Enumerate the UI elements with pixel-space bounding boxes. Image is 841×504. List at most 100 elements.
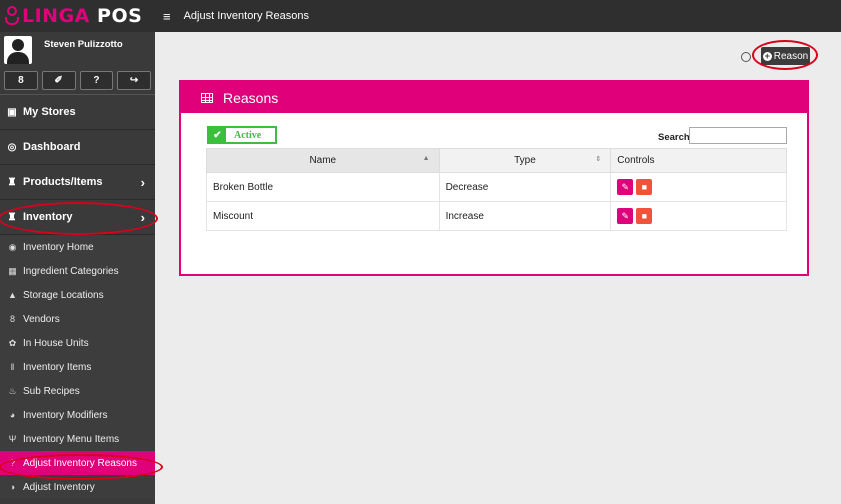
sidebar-item-inventory-modifiers[interactable]: ◕ Inventory Modifiers <box>0 403 155 427</box>
cell-type: Increase <box>438 201 612 231</box>
top-bar: ≡ Adjust Inventory Reasons <box>155 0 841 32</box>
sidebar-item-label: My Stores <box>23 106 76 118</box>
logout-button[interactable]: ↪ <box>117 71 151 90</box>
cell-type: Decrease <box>438 172 612 202</box>
table-header-row: Name ▲ Type ⇕ Controls <box>206 148 787 173</box>
sidebar-item-label: Dashboard <box>23 141 81 153</box>
sidebar-item-label: Adjust Inventory Reasons <box>23 457 137 469</box>
cell-name: Broken Bottle <box>206 172 440 202</box>
logout-icon: ↪ <box>129 75 139 86</box>
sidebar-item-storage-locations[interactable]: ▲ Storage Locations <box>0 283 155 307</box>
linga-logo[interactable]: LINGA POS <box>0 0 155 32</box>
sidebar-item-adjust-inventory[interactable]: ◑ Adjust Inventory <box>0 475 155 499</box>
sidebar-item-vendors[interactable]: 8 Vendors <box>0 307 155 331</box>
sidebar-item-label: Inventory <box>23 211 73 223</box>
user-actions: 8 ✐ ? ↪ <box>0 68 155 94</box>
chevron-right-icon: › <box>140 209 145 225</box>
categories-icon: ▦ <box>8 265 17 276</box>
sidebar-item-label: Vendors <box>23 313 60 325</box>
sidebar-item-inventory-items[interactable]: ‖ Inventory Items <box>0 355 155 379</box>
column-header-type[interactable]: Type ⇕ <box>438 148 612 173</box>
units-icon: ✿ <box>8 337 17 348</box>
sidebar-item-inventory-home[interactable]: ◉ Inventory Home <box>0 235 155 259</box>
sidebar-item-label: In House Units <box>23 337 89 349</box>
help-icon: ? <box>93 75 100 86</box>
user-profile: Steven Pulizzotto <box>0 32 155 68</box>
settings-button[interactable]: ✐ <box>41 71 76 90</box>
pencil-icon: ✎ <box>621 181 630 192</box>
sidebar-item-inventory-menu-items[interactable]: Ψ Inventory Menu Items <box>0 427 155 451</box>
sidebar-item-ingredient-categories[interactable]: ▦ Ingredient Categories <box>0 259 155 283</box>
vendor-icon: 8 <box>9 314 15 324</box>
wrench-icon: ✐ <box>54 75 63 86</box>
sidebar-item-in-house-units[interactable]: ✿ In House Units <box>0 331 155 355</box>
inventory-icon: ♜ <box>7 211 17 223</box>
recipes-icon: ♨ <box>8 385 17 396</box>
sidebar-item-label: Sub Recipes <box>23 385 80 397</box>
sidebar-item-inventory[interactable]: ♜ Inventory › <box>0 200 155 235</box>
sidebar: LINGA POS Steven Pulizzotto 8 ✐ ? ↪ ▣ My… <box>0 0 155 504</box>
chevron-right-icon: › <box>140 174 145 190</box>
dashboard-icon: ◎ <box>7 141 17 153</box>
items-icon: ‖ <box>10 362 15 372</box>
inventory-submenu: ◉ Inventory Home ▦ Ingredient Categories… <box>0 235 155 499</box>
sidebar-item-label: Inventory Items <box>23 361 92 373</box>
question-icon: ? <box>9 458 15 468</box>
table-row: Broken Bottle Decrease ✎ ■ <box>206 172 787 202</box>
sidebar-item-products-items[interactable]: ♜ Products/Items › <box>0 165 155 200</box>
table-row: Miscount Increase ✎ ■ <box>206 201 787 231</box>
panel-title: Reasons <box>223 89 279 106</box>
edit-button[interactable]: ✎ <box>617 179 634 195</box>
status-filter-label: Active <box>234 129 262 141</box>
sidebar-item-adjust-inventory-reasons[interactable]: ? Adjust Inventory Reasons <box>0 451 155 475</box>
store-icon: ▣ <box>7 106 17 118</box>
sidebar-item-label: Storage Locations <box>23 289 104 301</box>
main-content: + Reason Reasons ✔ Active Search Name ▲ T… <box>155 32 841 504</box>
table-icon <box>201 92 213 103</box>
search-input[interactable] <box>689 127 787 144</box>
logo-text: LINGA POS <box>22 5 143 27</box>
add-reason-label: Reason <box>773 50 809 62</box>
sort-asc-icon: ▲ <box>422 155 430 162</box>
sidebar-item-label: Inventory Home <box>23 241 94 253</box>
page-title: Adjust Inventory Reasons <box>183 10 309 22</box>
check-icon: ✔ <box>209 128 226 142</box>
cell-controls: ✎ ■ <box>610 172 787 202</box>
status-filter-toggle[interactable]: ✔ Active <box>207 126 277 144</box>
delete-button[interactable]: ■ <box>636 179 653 195</box>
sidebar-item-label: Products/Items <box>23 176 103 188</box>
sidebar-item-label: Inventory Menu Items <box>23 433 120 445</box>
products-icon: ♜ <box>7 176 17 188</box>
user-name: Steven Pulizzotto <box>44 39 123 50</box>
column-header-name[interactable]: Name ▲ <box>206 148 440 173</box>
avatar[interactable] <box>4 36 32 64</box>
trash-icon: ■ <box>641 211 647 221</box>
sidebar-item-dashboard[interactable]: ◎ Dashboard <box>0 130 155 165</box>
menu-items-icon: Ψ <box>8 434 17 444</box>
sidebar-item-my-stores[interactable]: ▣ My Stores <box>0 95 155 130</box>
delete-button[interactable]: ■ <box>636 208 653 224</box>
sidebar-item-label: Inventory Modifiers <box>23 409 108 421</box>
reasons-table: Name ▲ Type ⇕ Controls Broken Bottle Decre… <box>206 148 787 231</box>
hamburger-menu-icon[interactable]: ≡ <box>163 9 171 24</box>
main-menu: ▣ My Stores ◎ Dashboard ♜ Products/Items… <box>0 94 155 235</box>
modifiers-icon: ◕ <box>9 410 16 420</box>
refresh-icon[interactable] <box>741 52 751 62</box>
trash-icon: ■ <box>641 182 647 192</box>
sidebar-item-label: Ingredient Categories <box>23 265 119 277</box>
column-header-controls: Controls <box>610 148 787 173</box>
reasons-panel: Reasons ✔ Active Search Name ▲ Type ⇕ Cont… <box>179 80 809 276</box>
help-button[interactable]: ? <box>79 71 114 90</box>
panel-header: Reasons <box>181 82 807 113</box>
linga-logo-icon <box>4 5 20 27</box>
cell-controls: ✎ ■ <box>610 201 787 231</box>
cell-name: Miscount <box>206 201 440 231</box>
home-icon: ◉ <box>8 241 17 252</box>
profile-button[interactable]: 8 <box>4 71 38 90</box>
flask-icon: ▲ <box>8 290 17 300</box>
edit-button[interactable]: ✎ <box>617 208 634 224</box>
adjust-icon: ◑ <box>9 482 16 492</box>
add-reason-button[interactable]: + Reason <box>761 47 810 65</box>
search-label: Search <box>658 132 690 143</box>
sidebar-item-sub-recipes[interactable]: ♨ Sub Recipes <box>0 379 155 403</box>
